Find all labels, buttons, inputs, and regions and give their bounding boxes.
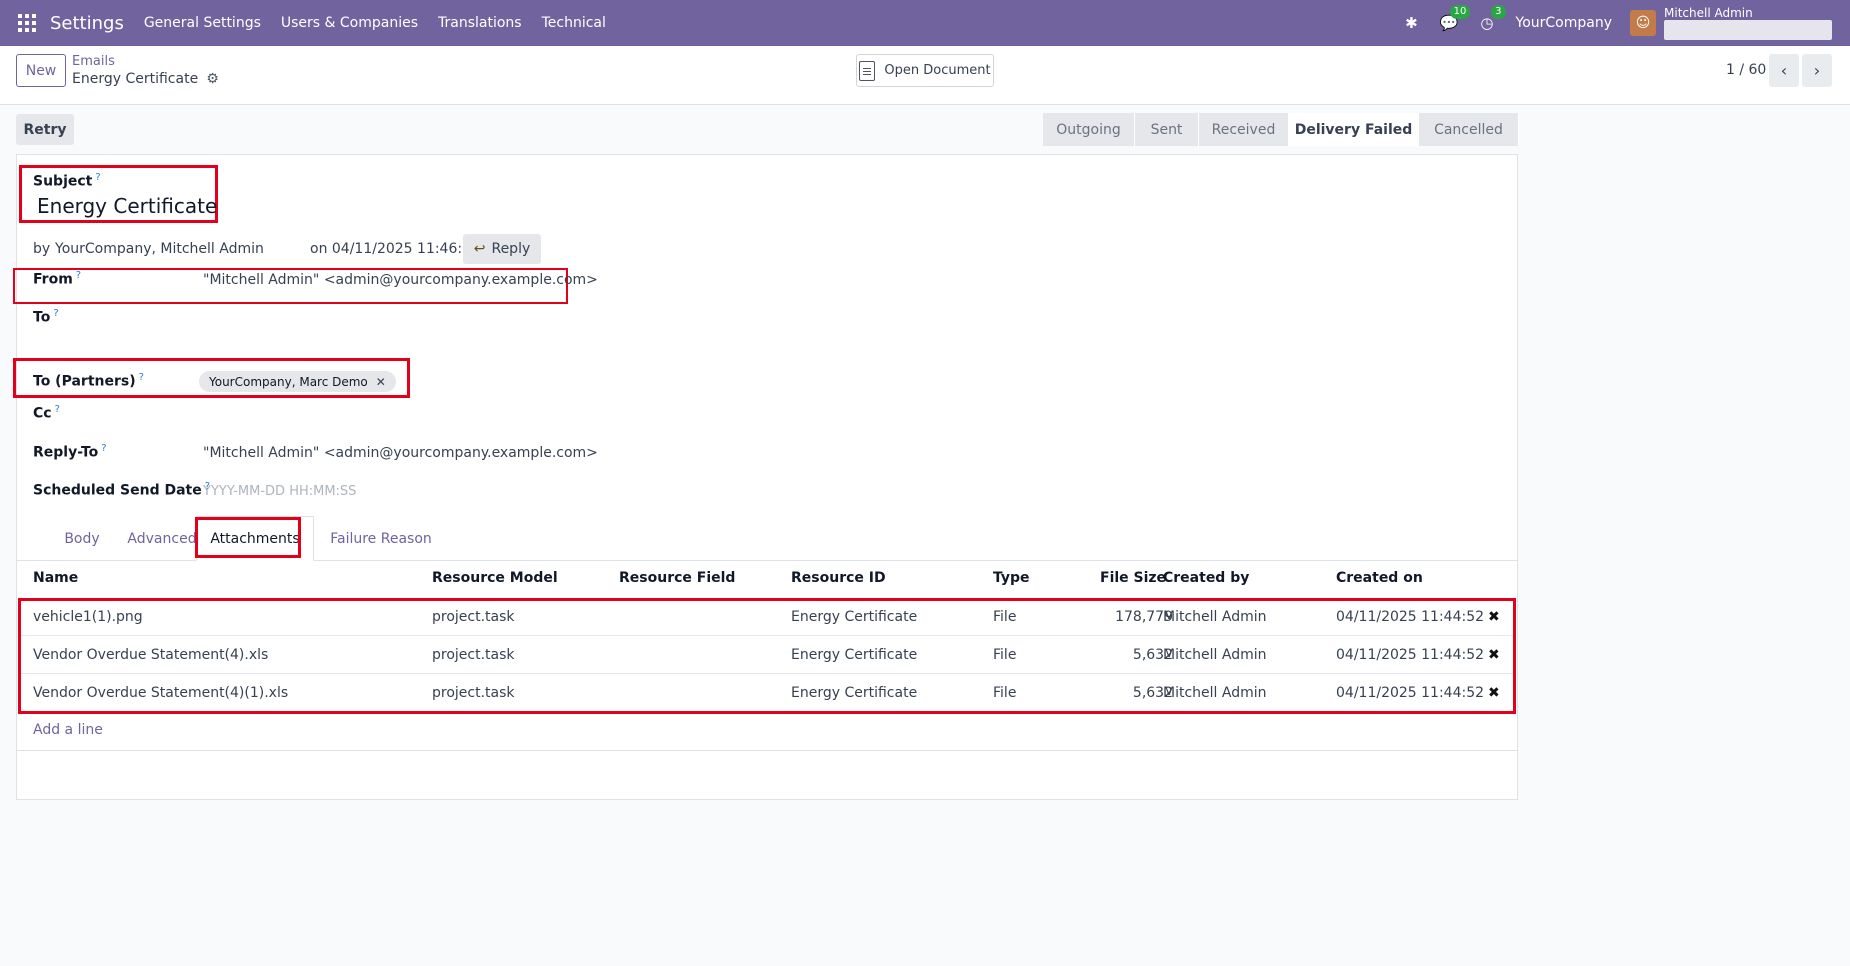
- nav-technical[interactable]: Technical: [542, 15, 606, 31]
- highlight-attachment-rows: [18, 598, 1516, 714]
- from-value[interactable]: "Mitchell Admin" <admin@yourcompany.exam…: [203, 272, 598, 288]
- chevron-right-icon: ›: [1813, 61, 1821, 80]
- table-divider: [16, 750, 1518, 751]
- help-icon: ?: [53, 308, 59, 319]
- help-icon: ?: [138, 372, 144, 383]
- app-menu-icon[interactable]: [18, 14, 36, 32]
- chevron-left-icon: ‹: [1780, 61, 1788, 80]
- help-icon: ?: [54, 404, 60, 415]
- document-icon: [859, 60, 876, 81]
- top-navbar: Settings General Settings Users & Compan…: [0, 0, 1850, 46]
- close-icon[interactable]: ✕: [376, 375, 386, 389]
- add-line-link[interactable]: Add a line: [33, 722, 103, 738]
- column-name[interactable]: Name: [33, 570, 78, 586]
- chat-icon[interactable]: 💬 10: [1440, 5, 1471, 32]
- status-delivery-failed[interactable]: Delivery Failed: [1289, 113, 1419, 146]
- column-resource-field[interactable]: Resource Field: [619, 570, 735, 586]
- cc-label: Cc?: [33, 404, 60, 422]
- pager-next-button[interactable]: ›: [1802, 54, 1832, 87]
- open-document-label: Open Document: [884, 63, 991, 78]
- pager-previous-button[interactable]: ‹: [1769, 54, 1799, 87]
- tab-failure-reason[interactable]: Failure Reason: [316, 516, 446, 561]
- partner-tag-label: YourCompany, Marc Demo: [209, 374, 368, 389]
- help-icon: ?: [95, 172, 101, 183]
- scheduled-date-label: Scheduled Send Date?: [33, 481, 211, 499]
- scheduled-date-input[interactable]: YYYY-MM-DD HH:MM:SS: [203, 484, 356, 499]
- subject-value[interactable]: Energy Certificate: [37, 194, 217, 218]
- nav-general-settings[interactable]: General Settings: [144, 15, 261, 31]
- status-cancelled[interactable]: Cancelled: [1419, 113, 1519, 146]
- status-bar: Outgoing Sent Received Delivery Failed C…: [1043, 113, 1519, 146]
- control-panel: New Emails Energy Certificate ⚙ Open Docu…: [0, 46, 1850, 105]
- pager-value[interactable]: 1 / 60: [1726, 62, 1766, 78]
- nav-users-companies[interactable]: Users & Companies: [281, 15, 418, 31]
- reply-to-label: Reply-To?: [33, 443, 107, 461]
- gear-icon[interactable]: ⚙: [206, 70, 219, 88]
- reply-icon: ↩: [473, 241, 486, 257]
- highlight-attachments-tab: [195, 517, 301, 558]
- status-sent[interactable]: Sent: [1135, 113, 1199, 146]
- reply-to-value[interactable]: "Mitchell Admin" <admin@yourcompany.exam…: [203, 445, 598, 461]
- from-label: From?: [33, 270, 82, 288]
- nav-translations[interactable]: Translations: [438, 15, 522, 31]
- reply-button[interactable]: ↩ Reply: [463, 234, 541, 264]
- breadcrumb-current: Energy Certificate: [72, 71, 199, 87]
- partner-tag: YourCompany, Marc Demo ✕: [199, 371, 396, 392]
- avatar[interactable]: ☺: [1630, 10, 1656, 36]
- breadcrumb: Emails Energy Certificate ⚙: [72, 54, 219, 88]
- activity-clock-icon[interactable]: ◷ 3: [1480, 5, 1506, 32]
- column-resource-id[interactable]: Resource ID: [791, 570, 886, 586]
- message-date: on 04/11/2025 11:46:34: [310, 241, 480, 257]
- new-button[interactable]: New: [16, 54, 66, 87]
- open-document-button[interactable]: Open Document: [856, 54, 994, 87]
- author-link[interactable]: YourCompany, Mitchell Admin: [55, 241, 264, 257]
- user-name[interactable]: Mitchell Admin: [1664, 7, 1832, 19]
- retry-button[interactable]: Retry: [16, 114, 74, 145]
- column-file-size[interactable]: File Size: [1100, 570, 1166, 586]
- column-type[interactable]: Type: [993, 570, 1030, 586]
- to-label: To?: [33, 308, 59, 326]
- chat-badge: 10: [1449, 5, 1471, 19]
- by-prefix: by: [33, 241, 51, 257]
- column-created-on[interactable]: Created on: [1336, 570, 1423, 586]
- activity-badge: 3: [1491, 5, 1506, 19]
- subject-label: Subject?: [33, 172, 101, 190]
- breadcrumb-emails[interactable]: Emails: [72, 54, 219, 70]
- reply-label: Reply: [491, 241, 531, 257]
- status-received[interactable]: Received: [1199, 113, 1289, 146]
- help-icon: ?: [75, 270, 82, 281]
- column-created-by[interactable]: Created by: [1163, 570, 1249, 586]
- status-outgoing[interactable]: Outgoing: [1043, 113, 1135, 146]
- column-resource-model[interactable]: Resource Model: [432, 570, 558, 586]
- user-database-blurred: [1664, 19, 1832, 40]
- app-brand[interactable]: Settings: [50, 13, 124, 34]
- company-switcher[interactable]: YourCompany: [1516, 15, 1613, 31]
- help-icon: ?: [101, 443, 107, 454]
- bug-icon[interactable]: ✱: [1405, 14, 1418, 32]
- to-partners-label: To (Partners)?: [33, 372, 144, 390]
